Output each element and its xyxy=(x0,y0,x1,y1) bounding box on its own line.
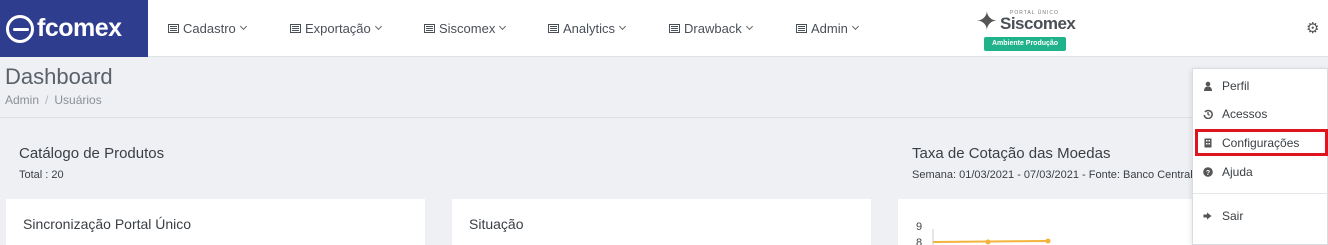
catalog-total: Total : 20 xyxy=(19,169,64,181)
nav-label: Analytics xyxy=(563,21,616,36)
nav-menu-admin[interactable]: Admin xyxy=(796,0,859,57)
sign-out-icon xyxy=(1203,211,1213,221)
menu-item-label: Perfil xyxy=(1222,79,1250,93)
status-card-title: Situação xyxy=(469,216,524,232)
list-icon xyxy=(168,24,179,33)
list-icon xyxy=(796,24,807,33)
nav-menu-analytics[interactable]: Analytics xyxy=(548,0,627,57)
history-icon xyxy=(1203,109,1213,119)
catalog-section-title: Catálogo de Produtos xyxy=(19,145,165,162)
nav-label: Admin xyxy=(811,21,848,36)
header-divider xyxy=(0,117,1328,118)
nav-label: Drawback xyxy=(684,21,742,36)
settings-dropdown-menu: Perfil Acessos Configurações ? Ajuda Sai… xyxy=(1192,68,1328,245)
chevron-down-icon xyxy=(851,22,859,31)
currency-chart-plot xyxy=(932,229,1051,245)
list-icon xyxy=(424,24,435,33)
chevron-down-icon xyxy=(239,22,247,31)
sync-card: Sincronização Portal Único xyxy=(6,199,425,245)
siscomex-star-icon: ✦ xyxy=(976,6,998,36)
globe-icon xyxy=(6,14,34,43)
breadcrumb-item-admin[interactable]: Admin xyxy=(5,93,39,107)
menu-item-sair[interactable]: Sair xyxy=(1193,203,1328,229)
siscomex-logo: ✦ PORTAL ÚNICO Siscomex Ambiente Produçã… xyxy=(972,6,1076,52)
list-icon xyxy=(669,24,680,33)
question-icon: ? xyxy=(1203,167,1213,177)
nav-label: Exportação xyxy=(305,21,371,36)
gear-icon[interactable]: ⚙ xyxy=(1306,21,1322,37)
siscomex-name: Siscomex xyxy=(1000,14,1076,33)
status-card: Situação xyxy=(452,199,871,245)
brand-logo-text: fcomex xyxy=(37,14,122,42)
chevron-down-icon xyxy=(499,22,507,31)
svg-text:?: ? xyxy=(1206,170,1210,177)
list-icon xyxy=(548,24,559,33)
breadcrumb-separator: / xyxy=(45,93,49,107)
breadcrumb: Admin / Usuários xyxy=(5,93,102,107)
nav-label: Cadastro xyxy=(183,21,236,36)
top-navbar: fcomex Cadastro Exportação Siscomex Anal… xyxy=(0,0,1328,57)
chevron-down-icon xyxy=(374,22,382,31)
menu-item-label: Ajuda xyxy=(1222,165,1253,179)
environment-badge: Ambiente Produção xyxy=(984,37,1066,51)
page-title: Dashboard xyxy=(5,64,113,89)
chevron-down-icon xyxy=(618,22,627,31)
nav-menu-exportacao[interactable]: Exportação xyxy=(290,0,382,57)
highlight-box xyxy=(1195,129,1328,156)
menu-item-acessos[interactable]: Acessos xyxy=(1193,101,1328,127)
currency-section-title: Taxa de Cotação das Moedas xyxy=(912,145,1111,162)
menu-item-perfil[interactable]: Perfil xyxy=(1193,73,1328,99)
menu-item-label: Acessos xyxy=(1222,107,1268,121)
nav-menu-siscomex[interactable]: Siscomex xyxy=(424,0,507,57)
nav-label: Siscomex xyxy=(439,21,496,36)
brand-logo[interactable]: fcomex xyxy=(0,0,148,57)
nav-menu-cadastro[interactable]: Cadastro xyxy=(168,0,247,57)
menu-divider xyxy=(1193,193,1328,194)
breadcrumb-item-usuarios: Usuários xyxy=(54,93,102,107)
user-icon xyxy=(1203,81,1213,91)
currency-week-subtitle: Semana: 01/03/2021 - 07/03/2021 - Fonte:… xyxy=(912,169,1192,181)
nav-menu-drawback[interactable]: Drawback xyxy=(669,0,753,57)
sync-card-title: Sincronização Portal Único xyxy=(23,216,192,232)
menu-item-label: Sair xyxy=(1222,209,1244,223)
menu-item-ajuda[interactable]: ? Ajuda xyxy=(1193,159,1328,185)
currency-chart-card: 9 8 xyxy=(898,199,1192,245)
list-icon xyxy=(290,24,301,33)
chevron-down-icon xyxy=(745,22,753,31)
